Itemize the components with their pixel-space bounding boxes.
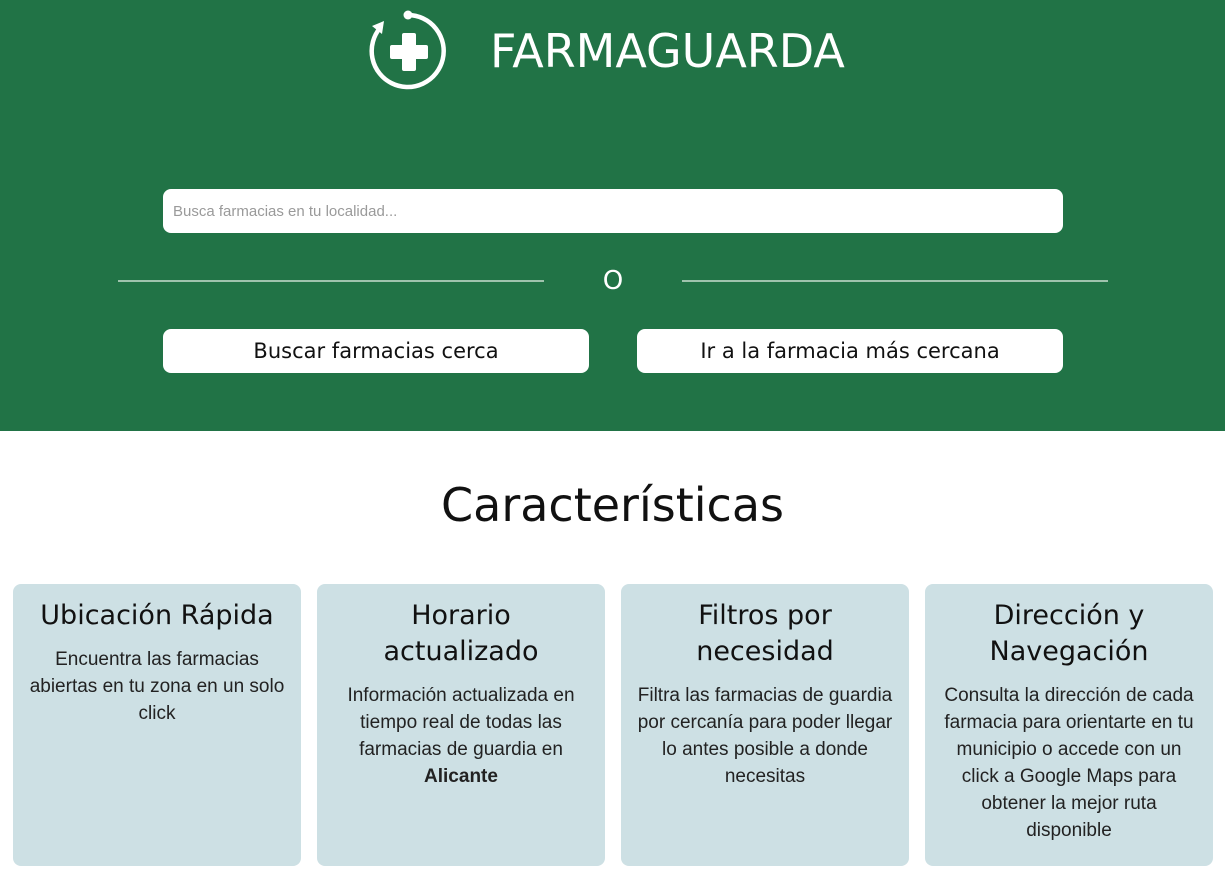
divider-left	[118, 280, 544, 282]
feature-card-title: Filtros por necesidad	[696, 600, 834, 667]
pharmacy-cross-refresh-icon	[369, 10, 446, 90]
brand-logo[interactable]: FARMAGUARDA	[366, 8, 845, 94]
features-title: Características	[441, 478, 784, 532]
feature-card-text: Encuentra las farmacias abiertas en tu z…	[29, 649, 285, 724]
feature-card-text: Información actualizada en tiempo real d…	[347, 685, 575, 760]
divider-right	[682, 280, 1108, 282]
feature-card-text-wrap: Información actualizada en tiempo real d…	[331, 682, 591, 790]
feature-card-title: Dirección y Navegación	[989, 600, 1149, 667]
divider-or-label: O	[602, 266, 624, 296]
search-nearby-button[interactable]: Buscar farmacias cerca	[163, 329, 589, 373]
feature-card-schedule: Horario actualizado Información actualiz…	[317, 584, 605, 866]
feature-card-filters: Filtros por necesidad Filtra las farmaci…	[621, 584, 909, 866]
feature-card-navigation: Dirección y Navegación Consulta la direc…	[925, 584, 1213, 866]
feature-card-title: Ubicación Rápida	[40, 600, 274, 631]
feature-card-text: Consulta la dirección de cada farmacia p…	[944, 685, 1194, 841]
feature-card-text: Filtra las farmacias de guardia por cerc…	[637, 685, 893, 787]
feature-card-location: Alicante	[424, 766, 498, 787]
feature-card-quick-location: Ubicación Rápida Encuentra las farmacias…	[13, 584, 301, 866]
brand-name: FARMAGUARDA	[490, 24, 845, 78]
go-to-nearest-button[interactable]: Ir a la farmacia más cercana	[637, 329, 1063, 373]
feature-card-title: Horario actualizado	[383, 600, 539, 667]
hero-section: FARMAGUARDA O Buscar farmacias cerca Ir …	[0, 0, 1225, 431]
search-input[interactable]	[163, 189, 1063, 233]
